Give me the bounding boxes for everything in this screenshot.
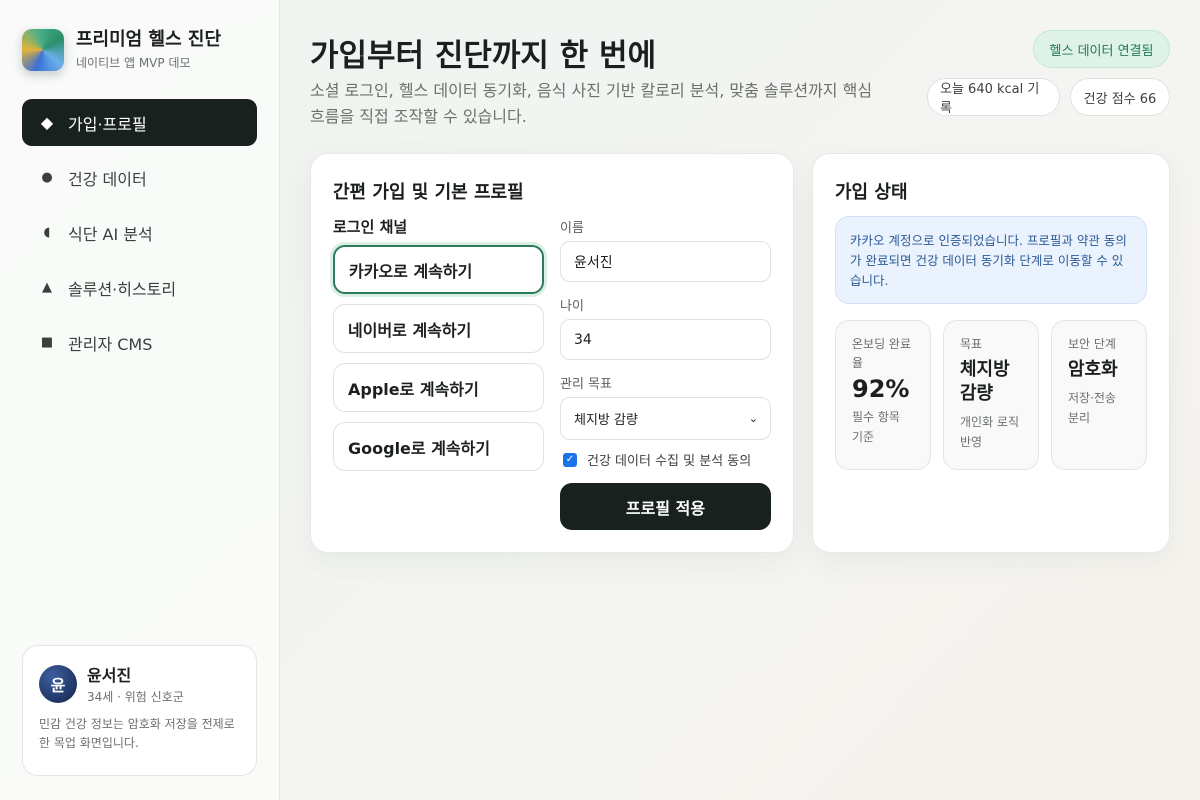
sidebar-item-label: 식단 AI 분석 <box>68 224 153 244</box>
user-card: 윤 윤서진 34세 · 위험 신호군 민감 건강 정보는 암호화 저장을 전제로… <box>22 645 257 776</box>
page-title: 가입부터 진단까지 한 번에 <box>310 38 657 74</box>
avatar: 윤 <box>39 664 77 703</box>
page-description: 소셜 로그인, 헬스 데이터 동기화, 음식 사진 기반 칼로리 분석, 맞춤 … <box>310 81 873 126</box>
goal-select-value: 체지방 감량 <box>574 413 638 428</box>
stat-label: 온보딩 완료율 <box>852 337 912 370</box>
triangle-icon: ▲ <box>42 280 52 295</box>
stat-note: 필수 항목 기준 <box>852 410 900 444</box>
stat-value: 암호화 <box>1068 359 1118 380</box>
diamond-icon: ◆ <box>40 113 54 132</box>
age-field[interactable]: 34 <box>560 319 771 360</box>
stat-note: 저장·전송 분리 <box>1068 391 1116 425</box>
half-circle-icon: ◖ <box>43 225 51 240</box>
user-name: 윤서진 <box>87 666 132 685</box>
consent-label: 건강 데이터 수집 및 분석 동의 <box>587 454 752 469</box>
stat-card-security: 보안 단계 암호화 저장·전송 분리 <box>1051 320 1147 470</box>
stat-label: 목표 <box>960 337 983 351</box>
health-score-badge: 건강 점수 66 <box>1070 78 1170 116</box>
chevron-down-icon: ⌄ <box>748 412 758 425</box>
stat-value: 체지방 감량 <box>960 359 1010 404</box>
google-login-button[interactable]: Google로 계속하기 <box>333 422 544 471</box>
signup-card-title: 간편 가입 및 기본 프로필 <box>333 182 524 203</box>
sidebar-item-health-data[interactable]: ● 건강 데이터 <box>22 154 257 201</box>
name-field[interactable]: 윤서진 <box>560 241 771 282</box>
user-note: 민감 건강 정보는 암호화 저장을 전제로 한 목업 화면입니다. <box>39 717 235 750</box>
brand: 프리미엄 헬스 진단 네이티브 앱 MVP 데모 <box>22 29 221 71</box>
sidebar-item-solution-history[interactable]: ▲ 솔루션·히스토리 <box>22 264 257 311</box>
signup-card: 간편 가입 및 기본 프로필 로그인 채널 카카오로 계속하기 네이버로 계속하… <box>310 153 794 553</box>
goal-label: 관리 목표 <box>560 377 612 392</box>
dot-icon: ● <box>41 170 53 185</box>
sidebar-item-signup-profile[interactable]: ◆ 가입·프로필 <box>22 99 257 146</box>
sidebar-nav: ◆ 가입·프로필 ● 건강 데이터 ◖ 식단 AI 분석 ▲ 솔루션·히스토리 … <box>22 99 257 374</box>
sidebar-item-label: 건강 데이터 <box>68 169 147 189</box>
status-card-title: 가입 상태 <box>835 182 908 203</box>
stat-value: 92% <box>852 375 910 403</box>
stat-label: 보안 단계 <box>1068 337 1116 351</box>
apply-profile-button[interactable]: 프로필 적용 <box>560 483 771 530</box>
naver-login-button[interactable]: 네이버로 계속하기 <box>333 304 544 353</box>
consent-checkbox-row[interactable]: ✓ 건강 데이터 수집 및 분석 동의 <box>563 450 751 469</box>
stat-card-goal: 목표 체지방 감량 개인화 로직 반영 <box>943 320 1039 470</box>
sidebar-item-label: 가입·프로필 <box>68 114 147 134</box>
consent-checkbox[interactable]: ✓ <box>563 452 577 467</box>
apple-login-button[interactable]: Apple로 계속하기 <box>333 363 544 412</box>
signup-status-card: 가입 상태 카카오 계정으로 인증되었습니다. 프로필과 약관 동의가 완료되면… <box>812 153 1170 553</box>
user-detail: 34세 · 위험 신호군 <box>87 690 184 704</box>
name-label: 이름 <box>560 221 584 236</box>
square-icon: ■ <box>40 335 54 350</box>
age-label: 나이 <box>560 299 584 314</box>
stat-card-onboarding: 온보딩 완료율 92% 필수 항목 기준 <box>835 320 931 470</box>
stat-note: 개인화 로직 반영 <box>960 415 1020 449</box>
sidebar: 프리미엄 헬스 진단 네이티브 앱 MVP 데모 ◆ 가입·프로필 ● 건강 데… <box>0 0 280 800</box>
sidebar-item-diet-ai[interactable]: ◖ 식단 AI 분석 <box>22 209 257 256</box>
kakao-login-button[interactable]: 카카오로 계속하기 <box>333 245 544 294</box>
app-logo-icon <box>22 29 64 71</box>
sidebar-item-label: 관리자 CMS <box>68 334 153 354</box>
sidebar-item-label: 솔루션·히스토리 <box>68 279 177 299</box>
kcal-badge: 오늘 640 kcal 기록 <box>927 78 1060 116</box>
login-channel-label: 로그인 채널 <box>333 218 408 236</box>
auth-notice: 카카오 계정으로 인증되었습니다. 프로필과 약관 동의가 완료되면 건강 데이… <box>835 216 1147 304</box>
app-title: 프리미엄 헬스 진단 <box>76 29 222 50</box>
sidebar-item-admin-cms[interactable]: ■ 관리자 CMS <box>22 319 257 366</box>
goal-select[interactable]: 체지방 감량 ⌄ <box>560 397 771 440</box>
app-subtitle: 네이티브 앱 MVP 데모 <box>76 56 191 70</box>
health-connected-badge: 헬스 데이터 연결됨 <box>1033 30 1170 68</box>
